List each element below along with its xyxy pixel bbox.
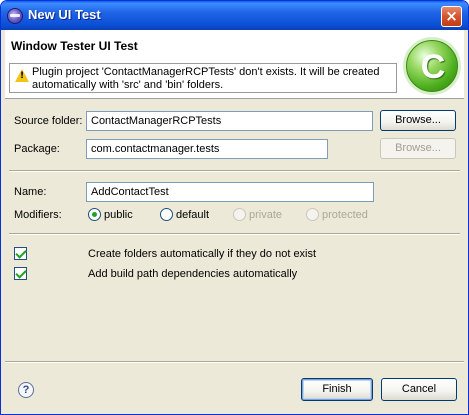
wizard-header: Window Tester UI Test Plugin project 'Co…: [5, 30, 464, 99]
close-icon: ×: [445, 7, 458, 25]
title-bar[interactable]: New UI Test ×: [1, 1, 468, 30]
modifier-default-label[interactable]: default: [176, 209, 209, 221]
close-button[interactable]: ×: [441, 6, 462, 27]
warning-text: Plugin project 'ContactManagerRCPTests' …: [32, 66, 380, 91]
create-folders-checkbox[interactable]: [14, 247, 27, 260]
modifier-default-radio[interactable]: [160, 208, 173, 221]
package-label: Package:: [14, 143, 60, 155]
package-input[interactable]: com.contactmanager.tests: [86, 139, 328, 159]
name-label: Name:: [14, 186, 47, 198]
window-title: New UI Test: [28, 7, 101, 22]
warning-icon: [15, 69, 29, 82]
add-dependencies-label[interactable]: Add build path dependencies automaticall…: [88, 268, 297, 280]
source-folder-label: Source folder:: [14, 115, 83, 127]
source-folder-browse-button[interactable]: Browse...: [380, 110, 456, 131]
warning-message: Plugin project 'ContactManagerRCPTests' …: [9, 63, 397, 93]
finish-button[interactable]: Finish: [301, 378, 373, 401]
modifier-public-label[interactable]: public: [104, 209, 133, 221]
modifier-private-radio: [233, 208, 246, 221]
modifier-protected-radio: [306, 208, 319, 221]
page-title: Window Tester UI Test: [11, 39, 138, 53]
source-folder-input[interactable]: ContactManagerRCPTests: [86, 111, 373, 131]
modifier-private-label: private: [249, 209, 283, 221]
footer-separator: [5, 361, 464, 363]
modifiers-label: Modifiers:: [14, 209, 62, 221]
modifier-public-radio[interactable]: [88, 208, 101, 221]
add-dependencies-checkbox[interactable]: [14, 267, 27, 280]
cancel-button[interactable]: Cancel: [381, 378, 457, 401]
modifier-protected-label: protected: [322, 209, 368, 221]
create-folders-label[interactable]: Create folders automatically if they do …: [88, 248, 316, 260]
separator: [9, 170, 460, 172]
dialog-window: New UI Test × Window Tester UI Test Plug…: [0, 0, 469, 415]
separator: [9, 233, 460, 235]
package-browse-button[interactable]: Browse...: [380, 138, 456, 159]
name-input[interactable]: AddContactTest: [86, 182, 374, 202]
wizard-c-logo-icon: C: [406, 40, 458, 92]
eclipse-icon: [7, 8, 23, 24]
help-icon[interactable]: ?: [18, 382, 34, 398]
